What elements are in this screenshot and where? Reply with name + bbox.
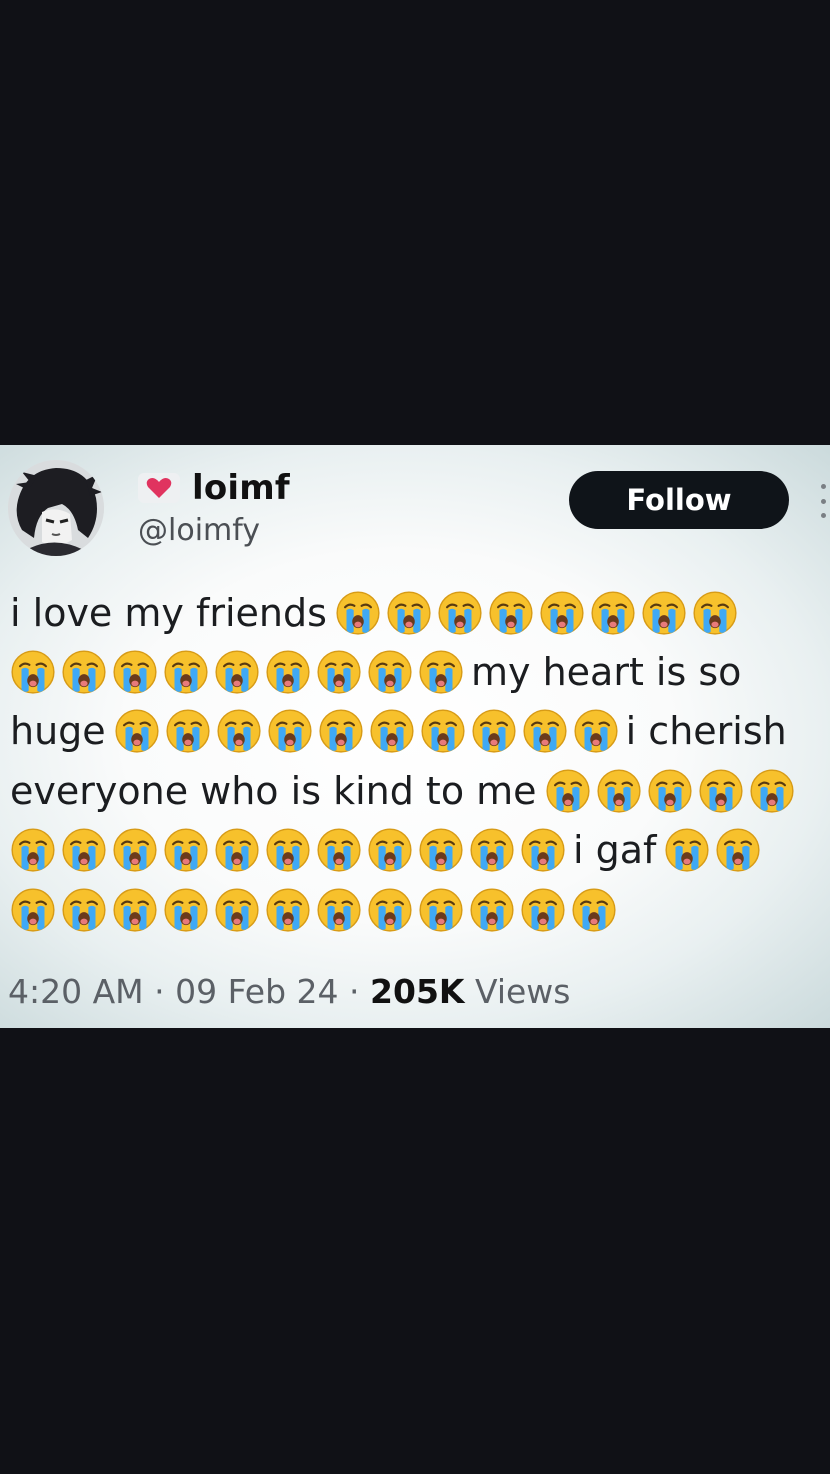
loudly-crying-face-icon (112, 887, 158, 933)
tweet-time[interactable]: 4:20 AM (8, 972, 144, 1011)
loudly-crying-face-icon (367, 649, 413, 695)
follow-button[interactable]: Follow (569, 471, 789, 529)
loudly-crying-face-icon (545, 768, 591, 814)
loudly-crying-face-icon (698, 768, 744, 814)
loudly-crying-face-icon (214, 649, 260, 695)
loudly-crying-face-icon (163, 827, 209, 873)
avatar[interactable] (8, 460, 104, 556)
loudly-crying-face-icon (590, 590, 636, 636)
anime-avatar-icon (8, 460, 104, 556)
loudly-crying-face-icon (112, 827, 158, 873)
tweet-line: i love my friends (10, 583, 830, 642)
tweet-text: my heart is so (471, 650, 742, 695)
tweet-text: huge (10, 709, 106, 754)
loudly-crying-face-icon (316, 827, 362, 873)
loudly-crying-face-icon (61, 887, 107, 933)
loudly-crying-face-icon (165, 708, 211, 754)
tweet-line: i gaf (10, 821, 830, 880)
loudly-crying-face-icon (265, 887, 311, 933)
views-label: Views (474, 972, 571, 1011)
meta-separator: · (154, 972, 176, 1011)
loudly-crying-face-icon (418, 649, 464, 695)
loudly-crying-face-icon (520, 887, 566, 933)
loudly-crying-face-icon (418, 887, 464, 933)
loudly-crying-face-icon (112, 649, 158, 695)
meta-separator: · (349, 972, 371, 1011)
loudly-crying-face-icon (265, 649, 311, 695)
loudly-crying-face-icon (418, 827, 464, 873)
loudly-crying-face-icon (539, 590, 585, 636)
loudly-crying-face-icon (214, 887, 260, 933)
loudly-crying-face-icon (163, 649, 209, 695)
loudly-crying-face-icon (335, 590, 381, 636)
loudly-crying-face-icon (469, 887, 515, 933)
loudly-crying-face-icon (10, 649, 56, 695)
loudly-crying-face-icon (318, 708, 364, 754)
tweet-text: i love my friends (10, 590, 327, 635)
loudly-crying-face-icon (114, 708, 160, 754)
tweet-line (10, 880, 830, 939)
loudly-crying-face-icon (267, 708, 313, 754)
loudly-crying-face-icon (692, 590, 738, 636)
loudly-crying-face-icon (316, 649, 362, 695)
tweet-body: i love my friends my heart is so huge i … (10, 583, 830, 939)
loudly-crying-face-icon (10, 887, 56, 933)
loudly-crying-face-icon (61, 827, 107, 873)
loudly-crying-face-icon (369, 708, 415, 754)
loudly-crying-face-icon (367, 827, 413, 873)
loudly-crying-face-icon (214, 827, 260, 873)
loudly-crying-face-icon (420, 708, 466, 754)
tweet-text: i gaf (573, 828, 657, 873)
tweet-text: everyone who is kind to me (10, 768, 537, 813)
loudly-crying-face-icon (520, 827, 566, 873)
loudly-crying-face-icon (367, 887, 413, 933)
tweet-text: i cherish (625, 709, 787, 754)
loudly-crying-face-icon (664, 827, 710, 873)
loudly-crying-face-icon (163, 887, 209, 933)
display-name[interactable]: loimf (192, 468, 290, 508)
loudly-crying-face-icon (571, 887, 617, 933)
loudly-crying-face-icon (316, 887, 362, 933)
loudly-crying-face-icon (641, 590, 687, 636)
loudly-crying-face-icon (386, 590, 432, 636)
tweet-date[interactable]: 09 Feb 24 (175, 972, 338, 1011)
loudly-crying-face-icon (10, 827, 56, 873)
loudly-crying-face-icon (61, 649, 107, 695)
loudly-crying-face-icon (265, 827, 311, 873)
tweet-line: my heart is so (10, 642, 830, 701)
loudly-crying-face-icon (216, 708, 262, 754)
handle[interactable]: @loimfy (138, 513, 260, 548)
heart-emoji (138, 473, 180, 503)
tweet-line: huge i cherish (10, 702, 830, 761)
tweet-meta: 4:20 AM · 09 Feb 24 · 205K Views (8, 972, 571, 1011)
author-name-row: loimf (138, 468, 290, 508)
loudly-crying-face-icon (573, 708, 619, 754)
loudly-crying-face-icon (522, 708, 568, 754)
tweet-line: everyone who is kind to me (10, 761, 830, 820)
more-options-icon[interactable] (818, 484, 828, 518)
loudly-crying-face-icon (749, 768, 795, 814)
loudly-crying-face-icon (437, 590, 483, 636)
loudly-crying-face-icon (488, 590, 534, 636)
loudly-crying-face-icon (469, 827, 515, 873)
loudly-crying-face-icon (647, 768, 693, 814)
views-count: 205K (370, 972, 465, 1011)
loudly-crying-face-icon (596, 768, 642, 814)
loudly-crying-face-icon (715, 827, 761, 873)
loudly-crying-face-icon (471, 708, 517, 754)
